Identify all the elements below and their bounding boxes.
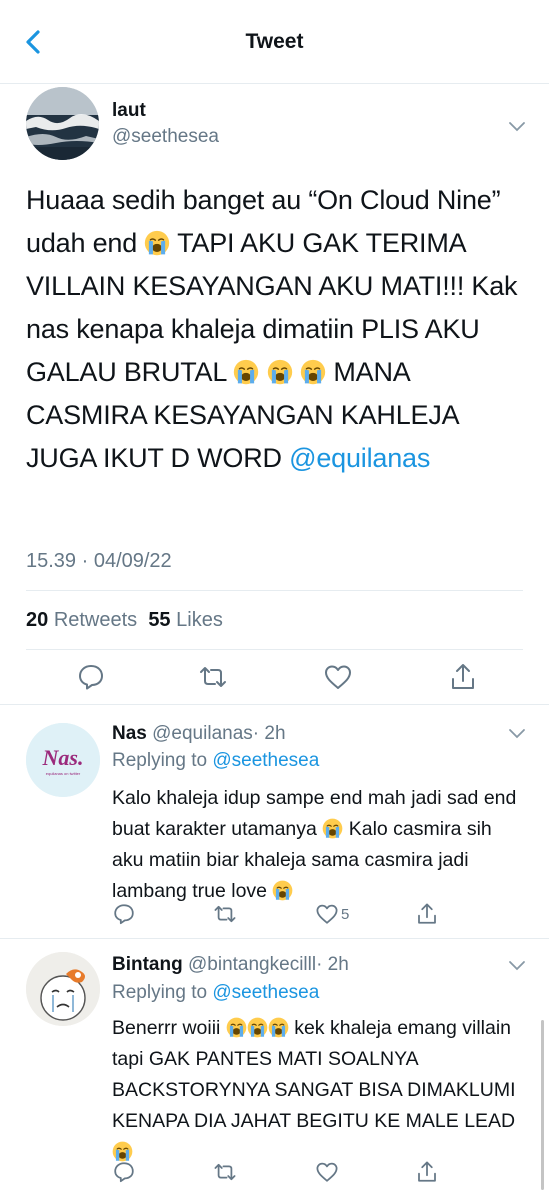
reply-time: · 2h xyxy=(316,954,349,975)
page-title: Tweet xyxy=(245,30,304,53)
reply-icon[interactable] xyxy=(112,902,136,926)
reply-actions: 5 xyxy=(0,902,549,932)
crying-face-icon xyxy=(144,230,170,256)
crying-face-icon xyxy=(272,880,293,901)
chevron-down-icon[interactable] xyxy=(508,728,526,740)
likes-count: 55 xyxy=(148,609,171,631)
tweet-stats: 20 Retweets 55 Likes xyxy=(26,609,223,632)
avatar[interactable] xyxy=(26,87,99,160)
replying-to-label: Replying to xyxy=(112,750,208,771)
author-handle[interactable]: @seethesea xyxy=(112,126,219,148)
divider xyxy=(26,649,523,650)
heart-icon[interactable] xyxy=(315,1160,339,1184)
retweets-label: Retweets xyxy=(53,609,138,631)
divider xyxy=(26,590,523,591)
avatar-logo-text: Nas. xyxy=(42,745,84,770)
tweet-text: Huaaa sedih banget au “On Cloud Nine” ud… xyxy=(26,179,526,480)
share-icon[interactable] xyxy=(415,1160,439,1184)
mention-link[interactable]: @equilanas xyxy=(289,443,430,473)
likes-stat[interactable]: 55 Likes xyxy=(148,609,223,631)
reply-text: Benerrr woiii kek khaleja emang villain … xyxy=(112,1013,522,1168)
reply-text: Kalo khaleja idup sampe end mah jadi sad… xyxy=(112,783,522,907)
author-name[interactable]: laut xyxy=(112,100,146,122)
retweets-count: 20 xyxy=(26,609,49,631)
reply-author-handle[interactable]: @equilanas xyxy=(152,723,253,744)
chevron-down-icon[interactable] xyxy=(508,960,526,972)
reply-author-name[interactable]: Nas xyxy=(112,723,147,744)
share-icon[interactable] xyxy=(415,902,439,926)
tweet-actions xyxy=(0,662,549,702)
top-bar: Tweet xyxy=(0,0,549,84)
retweet-icon[interactable] xyxy=(213,1160,237,1184)
crying-face-icon xyxy=(112,1141,133,1162)
avatar[interactable]: Nas. equilanas on twitter xyxy=(26,723,100,797)
reply-header: Bintang @bintangkecilll· 2h xyxy=(112,954,349,976)
tweet-timestamp: 15.39 · 04/09/22 xyxy=(26,550,172,572)
replying-to-label: Replying to xyxy=(112,982,208,1003)
reply-icon[interactable] xyxy=(76,662,106,692)
divider xyxy=(0,704,549,705)
scrollbar[interactable] xyxy=(541,1020,544,1190)
likes-label: Likes xyxy=(176,609,223,631)
avatar-caption-text: equilanas on twitter xyxy=(46,771,81,776)
replying-to-mention[interactable]: @seethesea xyxy=(212,982,319,1003)
chevron-down-icon[interactable] xyxy=(508,121,526,133)
crying-face-icon xyxy=(300,359,326,385)
replying-to-mention[interactable]: @seethesea xyxy=(212,750,319,771)
crying-face-icon xyxy=(226,1017,247,1038)
crying-face-icon xyxy=(233,359,259,385)
reply-time: · 2h xyxy=(252,723,286,744)
like-count: 5 xyxy=(341,906,350,923)
crying-face-icon xyxy=(247,1017,268,1038)
heart-icon[interactable] xyxy=(323,662,353,692)
reply-actions xyxy=(0,1160,549,1190)
retweets-stat[interactable]: 20 Retweets xyxy=(26,609,137,631)
crying-face-icon xyxy=(322,818,343,839)
reply-text-part: Benerrr woiii xyxy=(112,1017,226,1039)
replying-to: Replying to @seethesea xyxy=(112,982,319,1004)
reply-author-name[interactable]: Bintang xyxy=(112,954,183,975)
avatar[interactable] xyxy=(26,952,100,1026)
replying-to: Replying to @seethesea xyxy=(112,750,319,772)
reply-author-handle[interactable]: @bintangkecilll xyxy=(188,954,316,975)
retweet-icon[interactable] xyxy=(213,902,237,926)
share-icon[interactable] xyxy=(448,662,478,692)
crying-face-icon xyxy=(267,359,293,385)
reply-icon[interactable] xyxy=(112,1160,136,1184)
divider xyxy=(0,938,549,939)
heart-icon[interactable] xyxy=(315,902,339,926)
reply-header: Nas @equilanas· 2h xyxy=(112,723,286,745)
retweet-icon[interactable] xyxy=(198,662,228,692)
crying-face-icon xyxy=(268,1017,289,1038)
